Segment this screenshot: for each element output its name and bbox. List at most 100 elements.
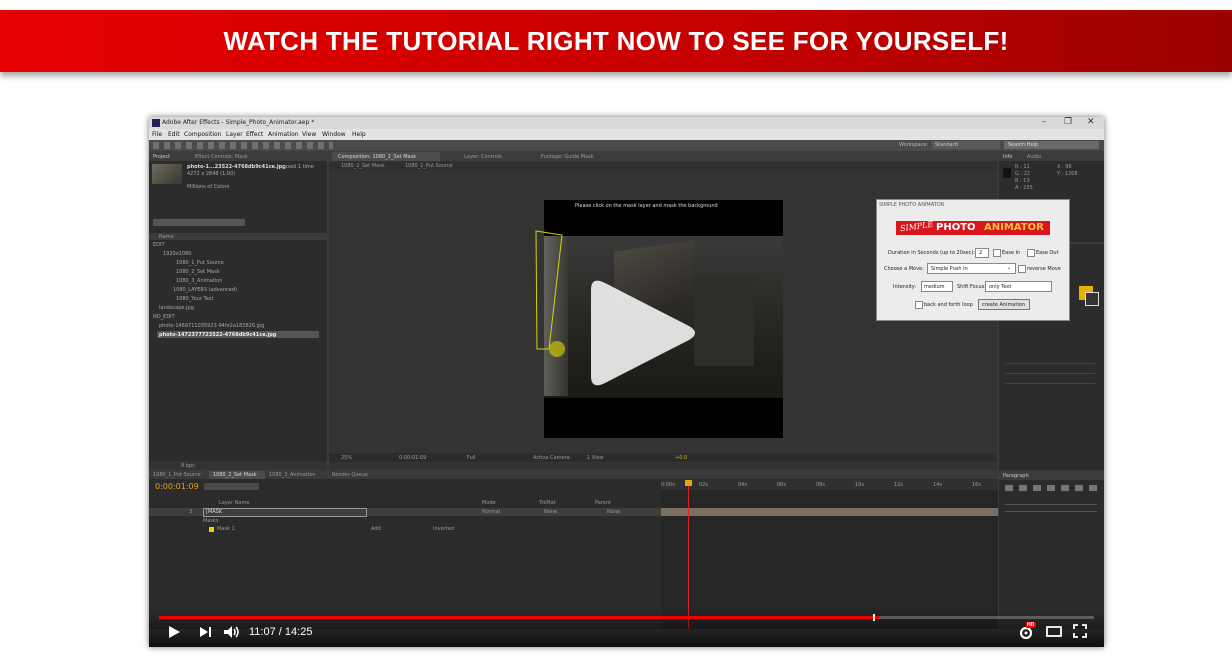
workspace-select[interactable]: Standard bbox=[932, 141, 1000, 149]
paragraph-panel: Paragraph bbox=[999, 471, 1104, 629]
menu-bar: File Edit Composition Layer Effect Anima… bbox=[149, 129, 1104, 140]
timeline-track-area[interactable]: 0:00s 02s 04s 06s 08s 10s 12s 14s 16s bbox=[661, 480, 998, 629]
play-icon[interactable] bbox=[167, 625, 181, 639]
duration-value: 2 bbox=[979, 250, 983, 256]
menu-file[interactable]: File bbox=[152, 131, 162, 138]
intensity-select[interactable]: medium bbox=[921, 281, 953, 292]
subtab-put-source[interactable]: 1080_1_Put Source bbox=[405, 163, 453, 169]
move-label: Choose a Move: bbox=[884, 266, 924, 272]
layer-trkmat[interactable]: None bbox=[544, 509, 557, 515]
trkmat-header: TrkMat bbox=[539, 500, 556, 506]
timeline-search-input[interactable] bbox=[204, 483, 259, 490]
intensity-value: medium bbox=[924, 284, 945, 290]
menu-view[interactable]: View bbox=[302, 131, 316, 138]
tab-composition[interactable]: Composition: 1080_2_Set Mask bbox=[332, 152, 440, 161]
shift-focus-select[interactable]: only Text bbox=[985, 281, 1052, 292]
file-photo-2[interactable]: photo-1472377723522-4768db9c41ce.jpg bbox=[159, 332, 276, 338]
timeline-timecode[interactable]: 0:00:01:09 bbox=[155, 482, 199, 491]
folder-1920x1080[interactable]: 1920x1080 bbox=[163, 251, 191, 257]
comp-1080-1[interactable]: 1080_1_Put Source bbox=[176, 260, 224, 266]
playhead-handle[interactable] bbox=[685, 480, 692, 486]
volume-icon[interactable] bbox=[223, 625, 241, 639]
next-icon[interactable] bbox=[199, 626, 212, 638]
menu-composition[interactable]: Composition bbox=[184, 131, 221, 138]
comp-1080-your-text[interactable]: 1080_Your Text bbox=[176, 296, 214, 302]
menu-window[interactable]: Window bbox=[322, 131, 346, 138]
view-select[interactable]: 1 View bbox=[587, 455, 604, 461]
ruler-tick-5: 10s bbox=[855, 482, 864, 488]
close-icon[interactable]: ✕ bbox=[1087, 117, 1095, 127]
tab-composition-label: Composition: 1080_2_Set Mask bbox=[338, 154, 417, 160]
layer-row-mask[interactable]: 3 [MASK Normal None None bbox=[149, 508, 661, 517]
create-animation-button[interactable]: create Animation bbox=[978, 299, 1030, 310]
progress-played[interactable] bbox=[159, 616, 879, 619]
current-time: 11:07 bbox=[249, 626, 276, 638]
comp-1080-2[interactable]: 1080_2_Set Mask bbox=[176, 269, 220, 275]
selected-file-colors: Millions of Colors bbox=[187, 184, 230, 190]
file-landscape[interactable]: landscape.jpg bbox=[159, 305, 194, 311]
minimize-icon[interactable]: – bbox=[1042, 117, 1047, 127]
mask-color-chip[interactable] bbox=[209, 527, 214, 532]
search-help-input[interactable]: Search Help bbox=[1004, 141, 1099, 149]
time-ruler[interactable]: 0:00s 02s 04s 06s 08s 10s 12s 14s 16s bbox=[661, 480, 998, 490]
loop-checkbox[interactable] bbox=[915, 301, 923, 309]
menu-help[interactable]: Help bbox=[352, 131, 366, 138]
stroke-color-swatch[interactable] bbox=[1085, 292, 1099, 306]
project-search-input[interactable] bbox=[153, 219, 245, 226]
camera-select[interactable]: Active Camera bbox=[533, 455, 570, 461]
comp-timecode[interactable]: 0:00:01:09 bbox=[399, 455, 426, 461]
file-photo-1[interactable]: photo-1469711035923-94fe2a183826.jpg bbox=[159, 323, 264, 329]
project-panel: Project Effect Controls: Mask photo-1...… bbox=[149, 152, 327, 470]
banner-title: WATCH THE TUTORIAL RIGHT NOW TO SEE FOR … bbox=[223, 25, 1009, 56]
layer-parent[interactable]: None bbox=[607, 509, 620, 515]
playhead[interactable] bbox=[688, 480, 689, 629]
layer-duration-bar[interactable] bbox=[661, 508, 998, 516]
exposure-value[interactable]: +0.0 bbox=[675, 455, 687, 461]
timeline-tab-put-source[interactable]: 1080_1_Put Source bbox=[153, 472, 201, 478]
timeline-tab-animation[interactable]: 1080_3_Animation bbox=[269, 472, 315, 478]
folder-edit[interactable]: EDIT bbox=[153, 242, 165, 248]
theater-mode-icon[interactable] bbox=[1046, 626, 1062, 637]
tab-paragraph[interactable]: Paragraph bbox=[1003, 473, 1029, 479]
character-controls[interactable] bbox=[1005, 354, 1095, 384]
tab-project[interactable]: Project bbox=[153, 154, 170, 160]
menu-effect[interactable]: Effect bbox=[246, 131, 263, 138]
play-overlay-icon[interactable] bbox=[563, 268, 703, 398]
folder-no-edit[interactable]: NO_EDIT bbox=[153, 314, 175, 320]
selected-file-name: photo-1...23522-4768db9c41ce.jpg bbox=[187, 164, 286, 170]
resolution-select[interactable]: Full bbox=[467, 455, 476, 461]
bpc-label[interactable]: 8 bpc bbox=[181, 463, 195, 469]
video-player[interactable]: Adobe After Effects - Simple_Photo_Anima… bbox=[149, 117, 1104, 647]
ease-out-checkbox[interactable] bbox=[1027, 249, 1035, 257]
tools-icons[interactable] bbox=[153, 142, 333, 149]
menu-edit[interactable]: Edit bbox=[168, 131, 180, 138]
mask-1-label[interactable]: Mask 1 bbox=[217, 526, 235, 532]
layer-mode[interactable]: Normal bbox=[482, 509, 500, 515]
move-select[interactable]: Simple Push In ⌄ bbox=[927, 263, 1016, 274]
timeline-tab-render-queue[interactable]: Render Queue bbox=[332, 472, 368, 478]
mask-mode-select[interactable]: Add bbox=[371, 526, 381, 532]
timeline-tab-set-mask[interactable]: 1080_2_Set Mask bbox=[209, 471, 265, 479]
tab-info[interactable]: Info bbox=[1003, 154, 1012, 160]
align-buttons[interactable] bbox=[1005, 485, 1097, 491]
ease-out-label: Ease Out bbox=[1036, 250, 1059, 256]
menu-animation[interactable]: Animation bbox=[268, 131, 299, 138]
zoom-select[interactable]: 25% bbox=[341, 455, 352, 461]
subtab-set-mask[interactable]: 1080_2_Set Mask bbox=[341, 163, 385, 169]
comp-1080-3[interactable]: 1080_3_Animation bbox=[176, 278, 222, 284]
tab-footage[interactable]: Footage: Guide Mask bbox=[541, 154, 594, 160]
fullscreen-icon[interactable] bbox=[1073, 624, 1087, 638]
menu-layer[interactable]: Layer bbox=[226, 131, 243, 138]
tab-effect-controls[interactable]: Effect Controls: Mask bbox=[195, 154, 248, 160]
layer-name-field[interactable]: [MASK bbox=[203, 508, 367, 517]
indent-controls[interactable] bbox=[1005, 498, 1097, 512]
duration-input[interactable]: 2 bbox=[975, 248, 989, 258]
ease-in-checkbox[interactable] bbox=[993, 249, 1001, 257]
masks-group[interactable]: Masks bbox=[203, 518, 218, 524]
restore-icon[interactable]: ❐ bbox=[1064, 117, 1072, 127]
tab-audio[interactable]: Audio bbox=[1027, 154, 1041, 160]
reverse-move-checkbox[interactable] bbox=[1018, 265, 1026, 273]
tab-layer-controls[interactable]: Layer: Controls bbox=[464, 154, 502, 160]
progress-scrubber[interactable] bbox=[873, 614, 875, 621]
folder-1080-layers[interactable]: 1080_LAYERS (advanced) bbox=[173, 287, 237, 293]
